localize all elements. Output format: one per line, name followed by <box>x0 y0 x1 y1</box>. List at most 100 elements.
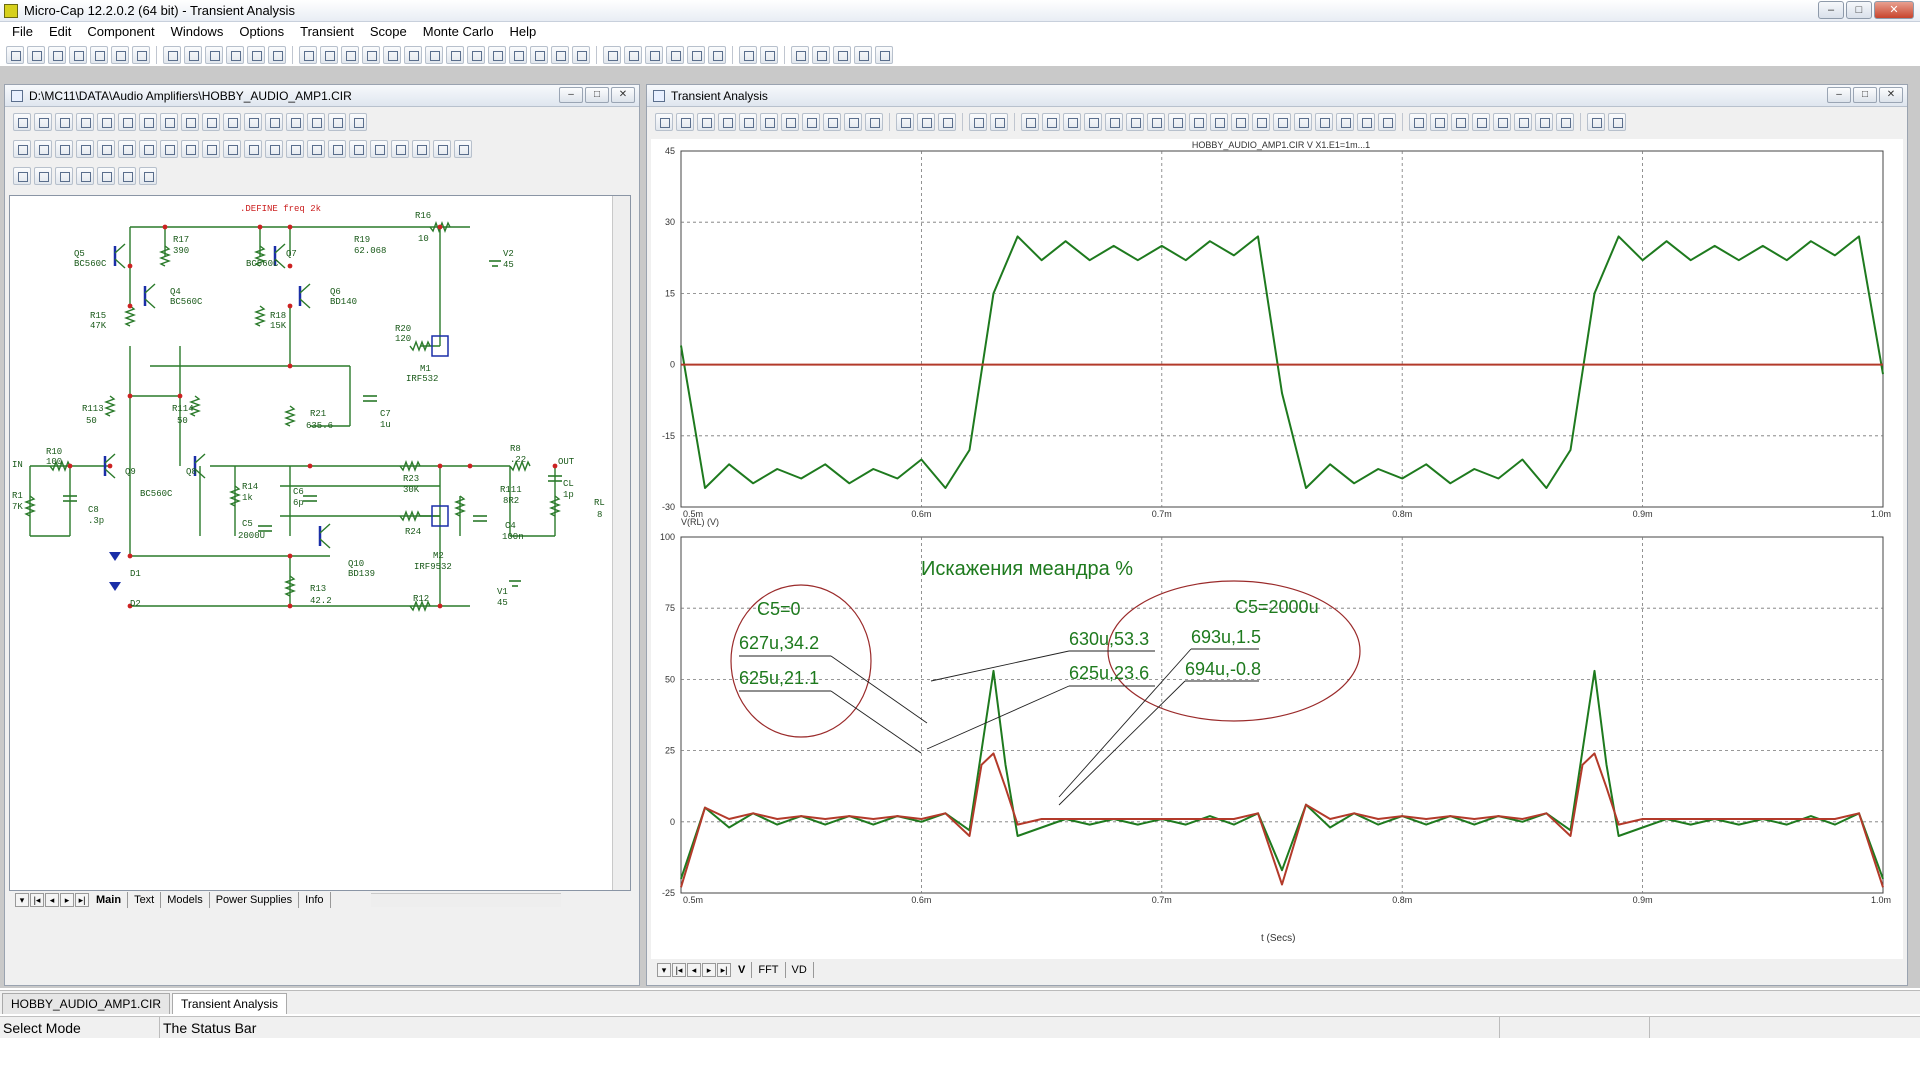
main-tool-16-icon[interactable] <box>341 46 359 64</box>
minimize-button[interactable]: – <box>1818 1 1844 19</box>
schematic-tool-3-icon[interactable] <box>55 113 73 131</box>
analysis-tool-4-icon[interactable] <box>718 113 736 131</box>
analysis-tool-5-icon[interactable] <box>739 113 757 131</box>
schematic-tool-17-icon[interactable] <box>349 113 367 131</box>
schematic-tool-36-icon[interactable] <box>391 140 409 158</box>
menu-transient[interactable]: Transient <box>292 22 362 42</box>
schematic-tool-31-icon[interactable] <box>286 140 304 158</box>
schematic-tool-28-icon[interactable] <box>223 140 241 158</box>
analysis-tool-44-icon[interactable] <box>1608 113 1626 131</box>
schematic-vertical-scrollbar[interactable] <box>612 196 630 890</box>
main-tool-9-icon[interactable] <box>184 46 202 64</box>
analysis-tool-33-icon[interactable] <box>1357 113 1375 131</box>
main-tool-25-icon[interactable] <box>530 46 548 64</box>
analysis-tool-38-icon[interactable] <box>1472 113 1490 131</box>
analysis-tool-29-icon[interactable] <box>1273 113 1291 131</box>
main-tool-5-icon[interactable] <box>90 46 108 64</box>
main-tool-38-icon[interactable] <box>833 46 851 64</box>
analysis-tool-14-icon[interactable] <box>938 113 956 131</box>
analysis-tab-down-icon[interactable]: ▾ <box>657 963 671 977</box>
main-tool-10-icon[interactable] <box>205 46 223 64</box>
menu-help[interactable]: Help <box>502 22 545 42</box>
main-tool-33-icon[interactable] <box>708 46 726 64</box>
schematic-tool-34-icon[interactable] <box>349 140 367 158</box>
tab-nav-first-icon[interactable]: |◂ <box>30 893 44 907</box>
main-tool-28-icon[interactable] <box>603 46 621 64</box>
analysis-tool-18-icon[interactable] <box>1042 113 1060 131</box>
schematic-tool-14-icon[interactable] <box>286 113 304 131</box>
tab-power-supplies[interactable]: Power Supplies <box>210 892 300 908</box>
analysis-tool-25-icon[interactable] <box>1189 113 1207 131</box>
schematic-tool-37-icon[interactable] <box>412 140 430 158</box>
analysis-tool-36-icon[interactable] <box>1430 113 1448 131</box>
schematic-horizontal-scrollbar[interactable] <box>370 893 561 907</box>
analysis-tool-7-icon[interactable] <box>781 113 799 131</box>
schematic-tool-21-icon[interactable] <box>76 140 94 158</box>
analysis-restore-button[interactable]: □ <box>1853 87 1877 103</box>
analysis-tool-13-icon[interactable] <box>917 113 935 131</box>
main-tool-2-icon[interactable] <box>27 46 45 64</box>
schematic-tool-9-icon[interactable] <box>181 113 199 131</box>
schematic-canvas[interactable]: .DEFINE freq 2k Q5 BC560C R17 390 Q4 BC560C R15… <box>9 195 631 891</box>
schematic-tool-32-icon[interactable] <box>307 140 325 158</box>
analysis-tool-34-icon[interactable] <box>1378 113 1396 131</box>
schematic-restore-button[interactable]: □ <box>585 87 609 103</box>
schematic-minimize-button[interactable]: – <box>559 87 583 103</box>
analysis-tool-9-icon[interactable] <box>823 113 841 131</box>
analysis-tool-41-icon[interactable] <box>1535 113 1553 131</box>
main-tool-17-icon[interactable] <box>362 46 380 64</box>
main-tool-36-icon[interactable] <box>791 46 809 64</box>
schematic-tool-46-icon[interactable] <box>139 167 157 185</box>
schematic-tool-7-icon[interactable] <box>139 113 157 131</box>
main-tool-1-icon[interactable] <box>6 46 24 64</box>
analysis-tool-20-icon[interactable] <box>1084 113 1102 131</box>
main-tool-18-icon[interactable] <box>383 46 401 64</box>
schematic-tool-13-icon[interactable] <box>265 113 283 131</box>
analysis-tool-23-icon[interactable] <box>1147 113 1165 131</box>
main-tool-11-icon[interactable] <box>226 46 244 64</box>
main-tool-23-icon[interactable] <box>488 46 506 64</box>
analysis-tool-3-icon[interactable] <box>697 113 715 131</box>
main-tool-12-icon[interactable] <box>247 46 265 64</box>
schematic-tool-8-icon[interactable] <box>160 113 178 131</box>
analysis-tool-42-icon[interactable] <box>1556 113 1574 131</box>
menu-monte-carlo[interactable]: Monte Carlo <box>415 22 502 42</box>
main-tool-8-icon[interactable] <box>163 46 181 64</box>
tab-main[interactable]: Main <box>90 892 129 908</box>
schematic-tool-20-icon[interactable] <box>55 140 73 158</box>
menu-scope[interactable]: Scope <box>362 22 415 42</box>
analysis-tool-31-icon[interactable] <box>1315 113 1333 131</box>
schematic-tool-16-icon[interactable] <box>328 113 346 131</box>
schematic-tool-11-icon[interactable] <box>223 113 241 131</box>
analysis-tool-43-icon[interactable] <box>1587 113 1605 131</box>
main-tool-39-icon[interactable] <box>854 46 872 64</box>
main-tool-26-icon[interactable] <box>551 46 569 64</box>
analysis-tool-24-icon[interactable] <box>1168 113 1186 131</box>
tab-text[interactable]: Text <box>128 892 162 908</box>
main-tool-30-icon[interactable] <box>645 46 663 64</box>
schematic-tool-6-icon[interactable] <box>118 113 136 131</box>
schematic-tool-40-icon[interactable] <box>13 167 31 185</box>
schematic-tool-10-icon[interactable] <box>202 113 220 131</box>
analysis-tool-1-icon[interactable] <box>655 113 673 131</box>
menu-component[interactable]: Component <box>79 22 162 42</box>
analysis-tab-first-icon[interactable]: |◂ <box>672 963 686 977</box>
analysis-tool-32-icon[interactable] <box>1336 113 1354 131</box>
main-tool-32-icon[interactable] <box>687 46 705 64</box>
schematic-tool-1-icon[interactable] <box>13 113 31 131</box>
analysis-tool-27-icon[interactable] <box>1231 113 1249 131</box>
analysis-tool-40-icon[interactable] <box>1514 113 1532 131</box>
analysis-tab-prev-icon[interactable]: ◂ <box>687 963 701 977</box>
analysis-tool-6-icon[interactable] <box>760 113 778 131</box>
main-tool-3-icon[interactable] <box>48 46 66 64</box>
schematic-tool-24-icon[interactable] <box>139 140 157 158</box>
analysis-tool-22-icon[interactable] <box>1126 113 1144 131</box>
schematic-tool-44-icon[interactable] <box>97 167 115 185</box>
main-tool-4-icon[interactable] <box>69 46 87 64</box>
tab-nav-prev-icon[interactable]: ◂ <box>45 893 59 907</box>
schematic-tool-45-icon[interactable] <box>118 167 136 185</box>
main-tool-34-icon[interactable] <box>739 46 757 64</box>
analysis-tool-11-icon[interactable] <box>865 113 883 131</box>
menu-options[interactable]: Options <box>231 22 292 42</box>
schematic-tool-27-icon[interactable] <box>202 140 220 158</box>
